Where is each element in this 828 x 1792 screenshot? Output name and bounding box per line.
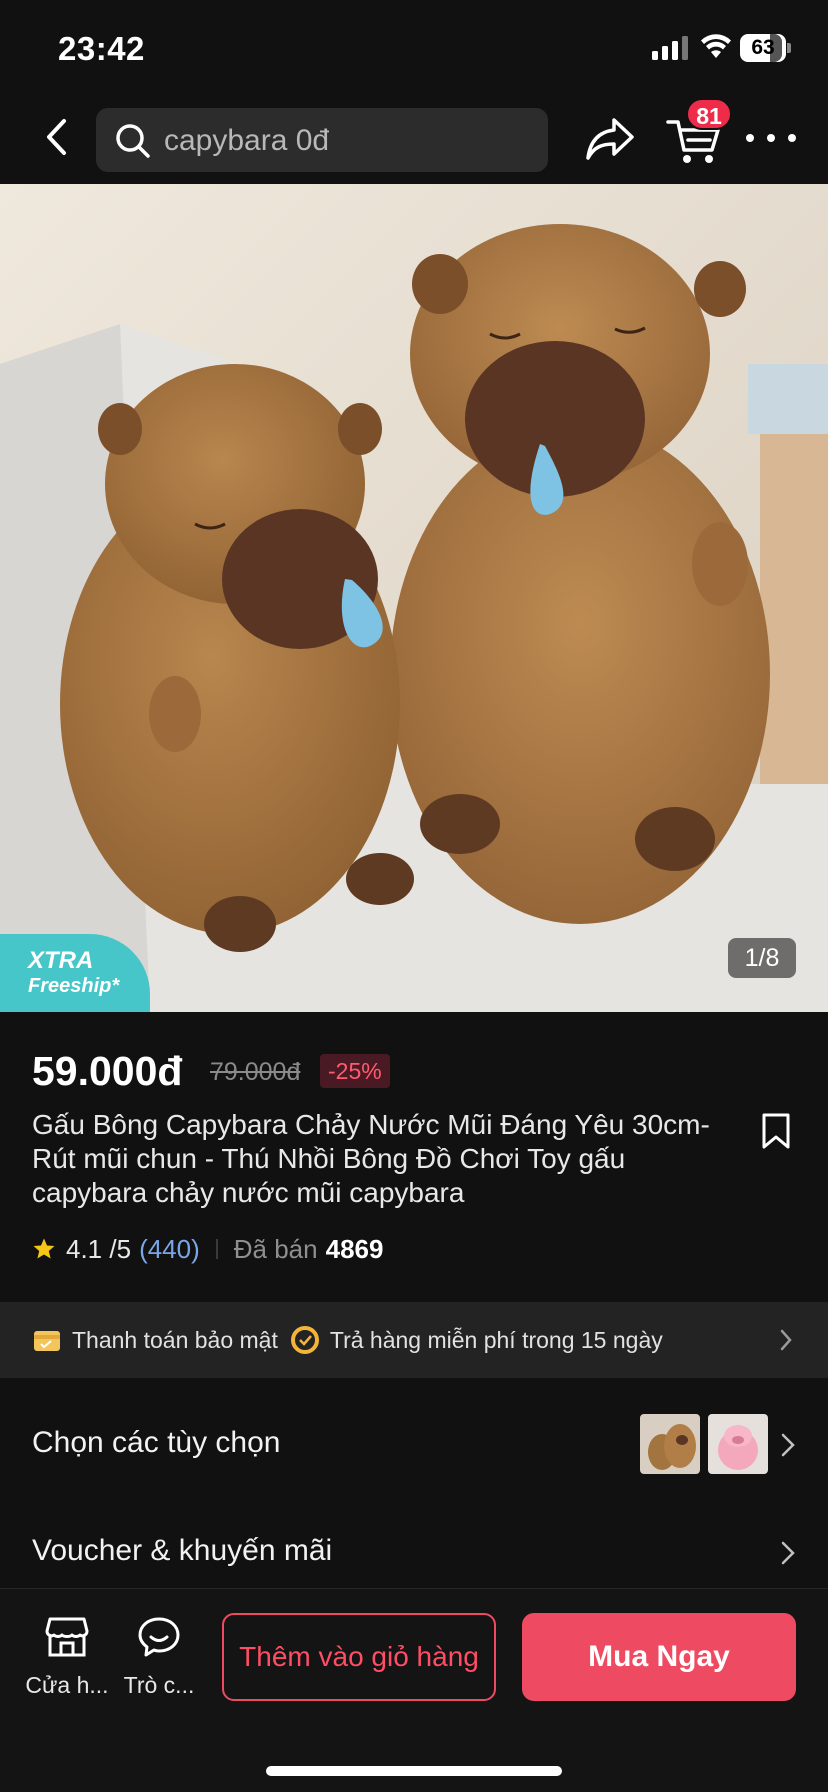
free-return-icon [290, 1326, 319, 1354]
search-query-text: capybara 0đ [164, 124, 330, 157]
status-time: 23:42 [58, 30, 145, 67]
buy-now-button[interactable]: Mua Ngay [522, 1613, 796, 1701]
add-to-cart-button[interactable]: Thêm vào giỏ hàng [222, 1613, 496, 1701]
search-icon [116, 124, 150, 158]
price: 59.000đ [32, 1048, 183, 1094]
options-row[interactable]: Chọn các tùy chọn [0, 1394, 828, 1494]
battery-level: 63 [751, 36, 775, 59]
star-icon [33, 1238, 55, 1259]
sold-label: Đã bán [233, 1233, 318, 1264]
status-bar: 23:42 63 [0, 0, 828, 92]
rating-count-link[interactable]: (440) [139, 1234, 200, 1265]
variant-thumbnail-pink [708, 1414, 768, 1474]
guarantee-strip[interactable]: Thanh toán bảo mật Trả hàng miễn phí tro… [0, 1302, 828, 1378]
shop-button[interactable]: Cửa h... [22, 1615, 112, 1699]
bookmark-icon[interactable] [760, 1112, 792, 1150]
cellular-signal-icon [652, 36, 688, 60]
xtra-title: XTRA [28, 947, 94, 974]
discount-badge: -25% [320, 1054, 390, 1088]
product-image[interactable] [0, 184, 828, 1012]
xtra-subtitle: Freeship* [28, 975, 120, 997]
wifi-icon [701, 34, 731, 58]
chevron-right-icon [780, 1329, 792, 1351]
rating-value: 4.1 /5 [66, 1233, 132, 1264]
voucher-label: Voucher & khuyến mãi [32, 1534, 333, 1567]
chat-button[interactable]: Trò c... [114, 1615, 204, 1699]
chevron-right-icon [781, 1541, 795, 1565]
bottom-action-bar: Cửa h... Trò c... Thêm vào giỏ hàng Mua … [0, 1588, 828, 1792]
product-info: 59.000đ 79.000đ -25% Gấu Bông Capybara C… [0, 1012, 828, 1302]
product-title: Gấu Bông Capybara Chảy Nước Mũi Đáng Yêu… [32, 1109, 710, 1208]
battery-icon: 63 [740, 34, 791, 62]
sold-count: 4869 [325, 1233, 384, 1264]
voucher-row[interactable]: Voucher & khuyến mãi [0, 1512, 828, 1588]
free-return-text: Trả hàng miễn phí trong 15 ngày [329, 1326, 663, 1353]
more-options-button[interactable] [746, 126, 796, 150]
chevron-left-icon [47, 119, 66, 155]
search-input[interactable]: capybara 0đ [96, 108, 548, 172]
image-counter: 1/8 [728, 938, 796, 978]
chat-icon [138, 1617, 180, 1657]
chevron-right-icon [781, 1433, 795, 1457]
shop-label: Cửa h... [25, 1672, 109, 1698]
chat-label: Trò c... [123, 1672, 195, 1698]
home-indicator [266, 1766, 562, 1776]
secure-payment-text: Thanh toán bảo mật [72, 1326, 278, 1353]
variant-thumbnail-brown [640, 1414, 700, 1474]
back-button[interactable] [36, 112, 76, 162]
cart-count-badge: 81 [686, 98, 732, 130]
secure-payment-icon [34, 1331, 60, 1351]
share-icon[interactable] [584, 116, 636, 162]
options-label: Chọn các tùy chọn [32, 1426, 281, 1459]
top-nav-bar: capybara 0đ 81 [0, 92, 828, 184]
original-price: 79.000đ [210, 1058, 301, 1086]
rating-row[interactable]: 4.1 /5 (440) Đã bán 4869 [32, 1232, 383, 1266]
store-icon [45, 1617, 89, 1657]
divider [215, 1239, 218, 1259]
capybara-plush-photo [0, 184, 828, 1012]
